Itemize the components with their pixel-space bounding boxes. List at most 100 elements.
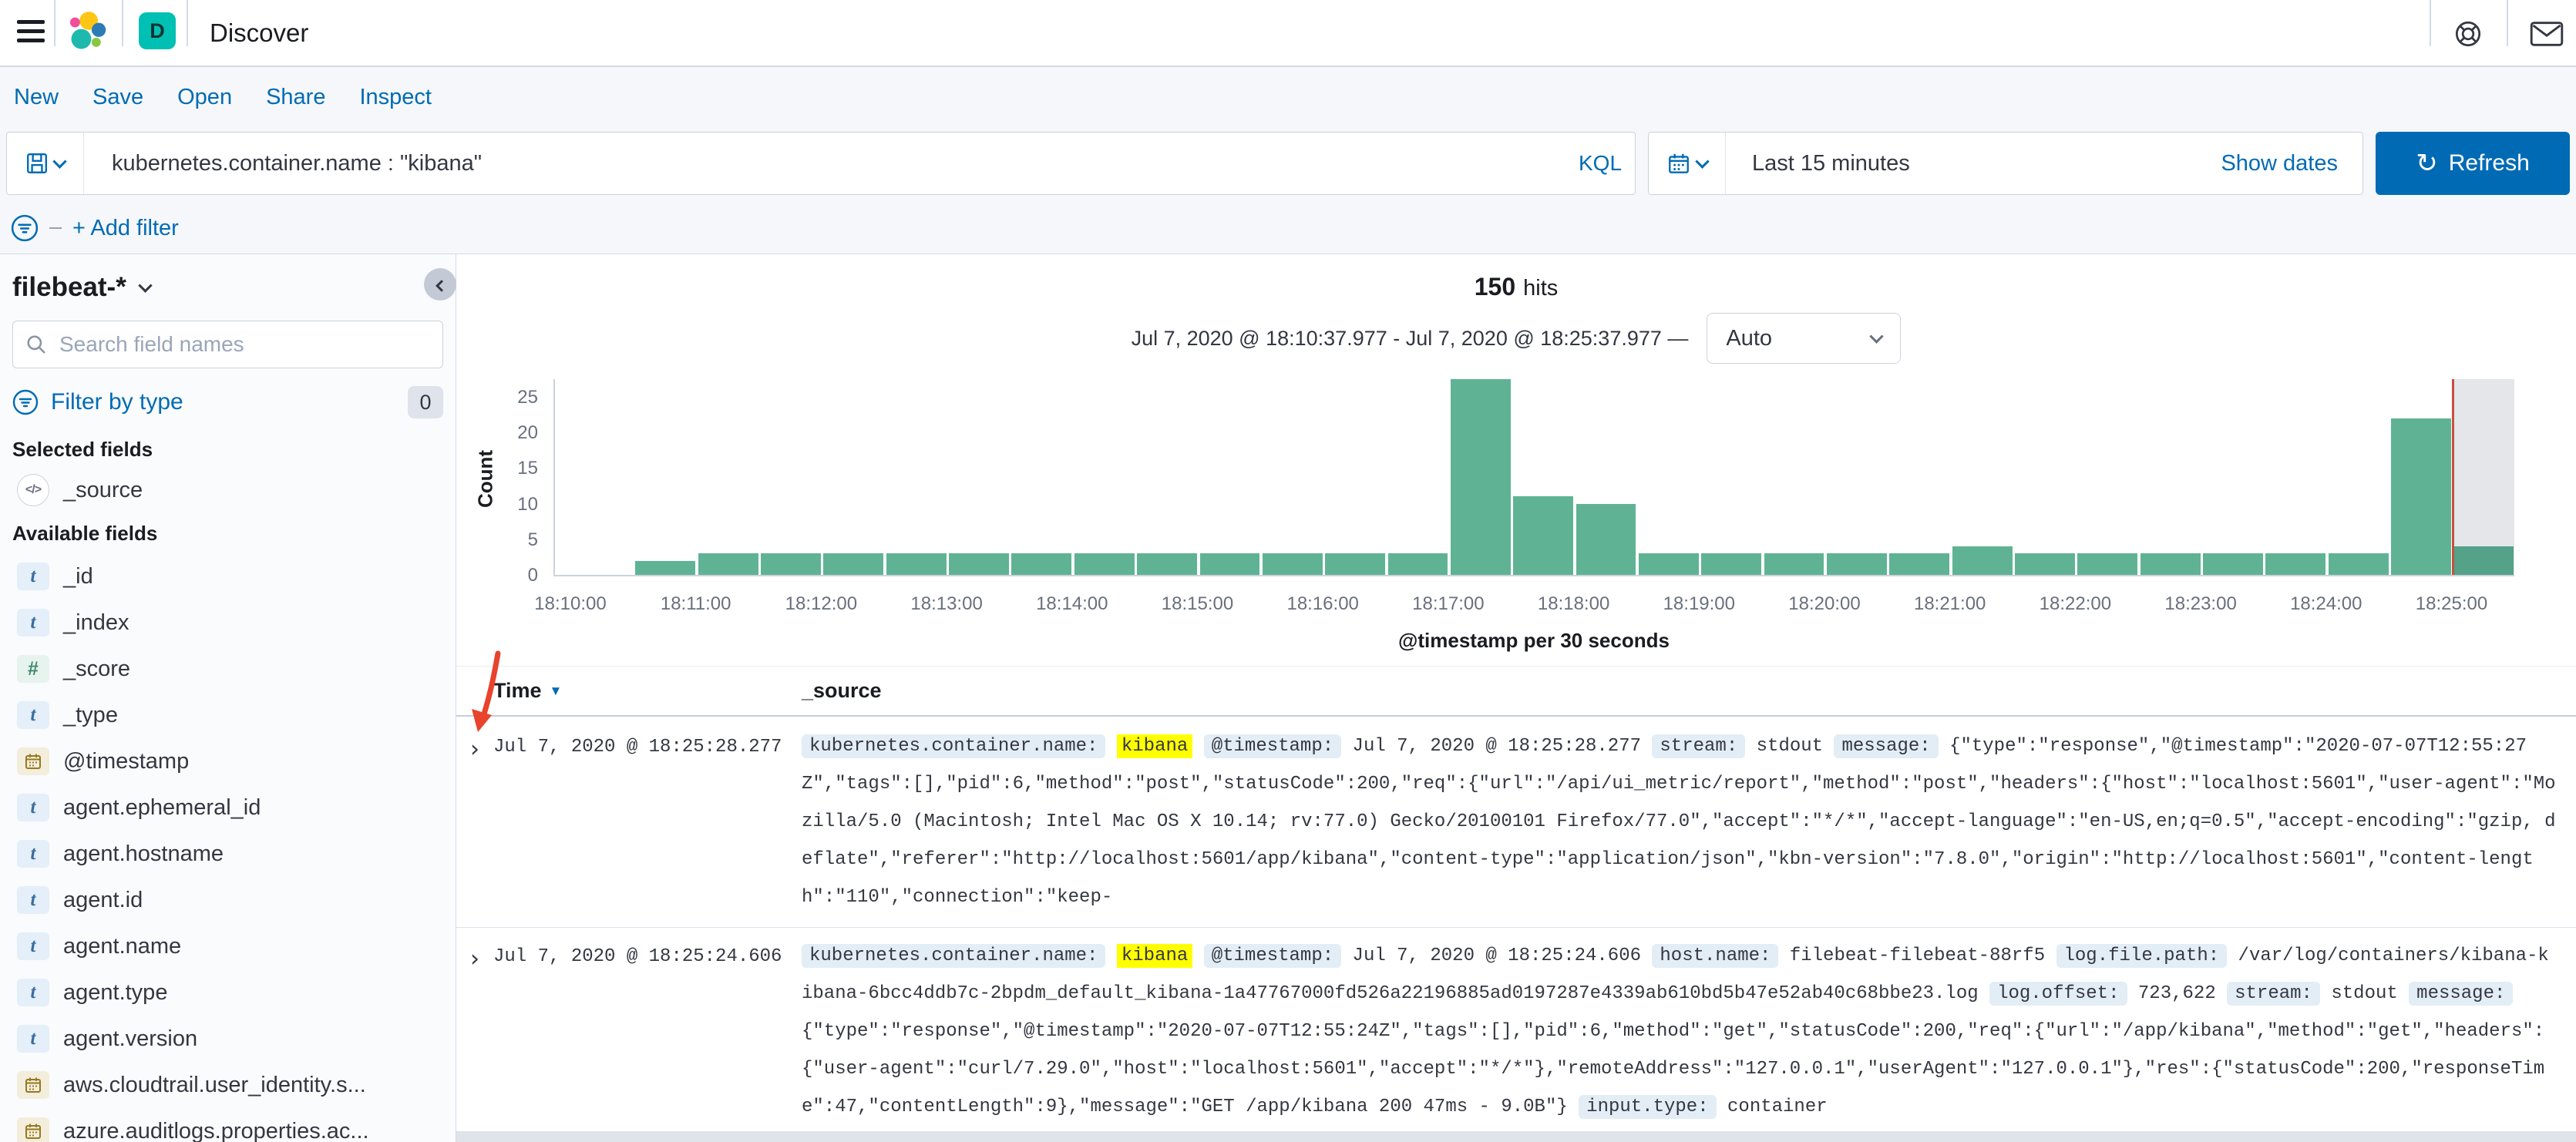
histogram-bar xyxy=(1199,553,1260,575)
expand-row-icon[interactable]: › xyxy=(456,727,493,916)
source-text: Jul 7, 2020 @ 18:25:28.277 xyxy=(1341,736,1653,757)
show-dates-button[interactable]: Show dates xyxy=(2221,151,2362,176)
histogram-bar xyxy=(698,553,758,575)
query-input[interactable]: kubernetes.container.name : "kibana" xyxy=(84,151,1565,176)
histogram-bar xyxy=(1701,553,1762,575)
index-pattern-title: filebeat-* xyxy=(12,272,126,302)
field-row-agent.type[interactable]: t agent.type xyxy=(12,969,443,1016)
source-text xyxy=(1192,736,1203,757)
field-row-_id[interactable]: t _id xyxy=(12,553,443,600)
source-text xyxy=(1192,946,1203,966)
y-tick-label: 15 xyxy=(517,458,538,479)
x-tick-label: 18:12:00 xyxy=(785,593,858,614)
text-field-icon: t xyxy=(17,794,49,821)
help-icon[interactable] xyxy=(2450,15,2487,52)
histogram-bar xyxy=(2140,553,2201,575)
histogram-bar xyxy=(1011,553,1072,575)
mail-icon[interactable] xyxy=(2528,15,2565,52)
expand-row-icon[interactable]: › xyxy=(456,937,493,1126)
text-field-icon: t xyxy=(17,979,49,1006)
field-row-_score[interactable]: # _score xyxy=(12,646,443,692)
save-icon xyxy=(27,153,47,173)
histogram-bar xyxy=(635,560,696,575)
query-language-button[interactable]: KQL xyxy=(1565,151,1635,176)
field-row-_type[interactable]: t _type xyxy=(12,692,443,738)
histogram-bar xyxy=(1325,553,1386,575)
sort-desc-icon: ▼ xyxy=(549,684,563,698)
chevron-down-icon xyxy=(1869,328,1885,344)
fields-sidebar: filebeat-* Filter by type 0 Selected fie… xyxy=(0,254,456,1142)
field-name-badge: host.name: xyxy=(1652,944,1779,968)
quick-select-button[interactable] xyxy=(1649,133,1726,194)
field-row-@timestamp[interactable]: @timestamp xyxy=(12,738,443,784)
field-row-aws.cloudtrail.user_identity.s...[interactable]: aws.cloudtrail.user_identity.s... xyxy=(12,1062,443,1108)
elastic-logo-icon[interactable] xyxy=(68,11,106,58)
column-header-time[interactable]: Time ▼ xyxy=(493,679,802,703)
divider xyxy=(2430,0,2431,46)
histogram-bar xyxy=(2077,553,2138,575)
menu-icon[interactable] xyxy=(17,20,48,46)
field-name-badge: @timestamp: xyxy=(1203,944,1342,968)
refresh-button-label: Refresh xyxy=(2448,150,2530,176)
selected-fields-heading: Selected fields xyxy=(12,438,153,461)
toolbar-link-open[interactable]: Open xyxy=(177,85,232,110)
field-name-badge: kubernetes.container.name: xyxy=(802,734,1106,758)
field-name-badge: message: xyxy=(2409,982,2514,1006)
divider xyxy=(2507,0,2508,46)
row-timestamp: Jul 7, 2020 @ 18:25:28.277 xyxy=(493,737,782,757)
filter-by-type-button[interactable]: Filter by type xyxy=(51,389,395,415)
add-filter-button[interactable]: + Add filter xyxy=(72,216,179,241)
query-bar: kubernetes.container.name : "kibana" KQL xyxy=(6,132,1636,195)
text-field-icon: t xyxy=(17,609,49,636)
saved-query-menu-button[interactable] xyxy=(7,133,84,194)
field-row-agent.name[interactable]: t agent.name xyxy=(12,923,443,969)
x-tick-label: 18:20:00 xyxy=(1788,593,1861,614)
collapse-sidebar-button[interactable] xyxy=(424,268,456,301)
refresh-icon: ↻ xyxy=(2416,148,2438,179)
field-name: _source xyxy=(63,477,143,502)
field-row-agent.hostname[interactable]: t agent.hostname xyxy=(12,831,443,877)
histogram-bar xyxy=(2015,553,2075,575)
histogram-bar xyxy=(1262,553,1323,575)
histogram-bar xyxy=(1074,553,1135,575)
field-name-badge: message: xyxy=(1834,734,1939,758)
field-name-badge: input.type: xyxy=(1579,1095,1717,1119)
text-field-icon: t xyxy=(17,1025,49,1053)
field-name: _score xyxy=(63,656,131,681)
table-row: › Jul 7, 2020 @ 18:25:24.606 kubernetes.co… xyxy=(456,927,2576,1137)
histogram-bar xyxy=(2328,553,2389,575)
chevron-down-icon xyxy=(1695,153,1710,169)
histogram-bar xyxy=(2391,418,2451,575)
field-row-agent.ephemeral_id[interactable]: t agent.ephemeral_id xyxy=(12,784,443,831)
source-text: Jul 7, 2020 @ 18:25:24.606 xyxy=(1341,946,1653,966)
source-text xyxy=(1105,946,1116,966)
histogram-plot[interactable] xyxy=(553,379,2514,576)
interval-select[interactable]: Auto xyxy=(1707,313,1902,364)
refresh-button[interactable]: ↻ Refresh xyxy=(2376,132,2570,195)
toolbar-link-share[interactable]: Share xyxy=(266,85,325,110)
field-row-_index[interactable]: t _index xyxy=(12,600,443,646)
toolbar-link-save[interactable]: Save xyxy=(92,85,143,110)
y-tick-label: 10 xyxy=(517,493,538,515)
field-row-_source[interactable]: </> _source xyxy=(12,472,443,508)
table-row: › Jul 7, 2020 @ 18:25:28.277 kubernetes.co… xyxy=(456,718,2576,927)
toolbar-link-new[interactable]: New xyxy=(14,85,59,110)
page-title: Discover xyxy=(210,18,309,47)
divider xyxy=(187,0,188,46)
toolbar-links: New Save Open Share Inspect xyxy=(14,67,432,127)
field-row-agent.version[interactable]: t agent.version xyxy=(12,1016,443,1062)
divider xyxy=(54,0,55,46)
x-tick-label: 18:16:00 xyxy=(1286,593,1359,614)
source-text: container xyxy=(1716,1097,1828,1117)
time-range-label[interactable]: Last 15 minutes xyxy=(1726,151,1910,176)
horizontal-scrollbar[interactable] xyxy=(456,1131,2576,1142)
field-row-agent.id[interactable]: t agent.id xyxy=(12,877,443,923)
histogram-bar xyxy=(2453,546,2514,575)
field-name: agent.hostname xyxy=(63,841,224,866)
field-search-input[interactable] xyxy=(58,331,430,358)
discover-app-badge: D xyxy=(139,12,176,49)
index-pattern-switcher[interactable]: filebeat-* xyxy=(12,270,443,305)
toolbar-link-inspect[interactable]: Inspect xyxy=(359,85,432,110)
divider xyxy=(122,0,123,46)
field-row-azure.auditlogs.properties.ac...[interactable]: azure.auditlogs.properties.ac... xyxy=(12,1108,443,1142)
